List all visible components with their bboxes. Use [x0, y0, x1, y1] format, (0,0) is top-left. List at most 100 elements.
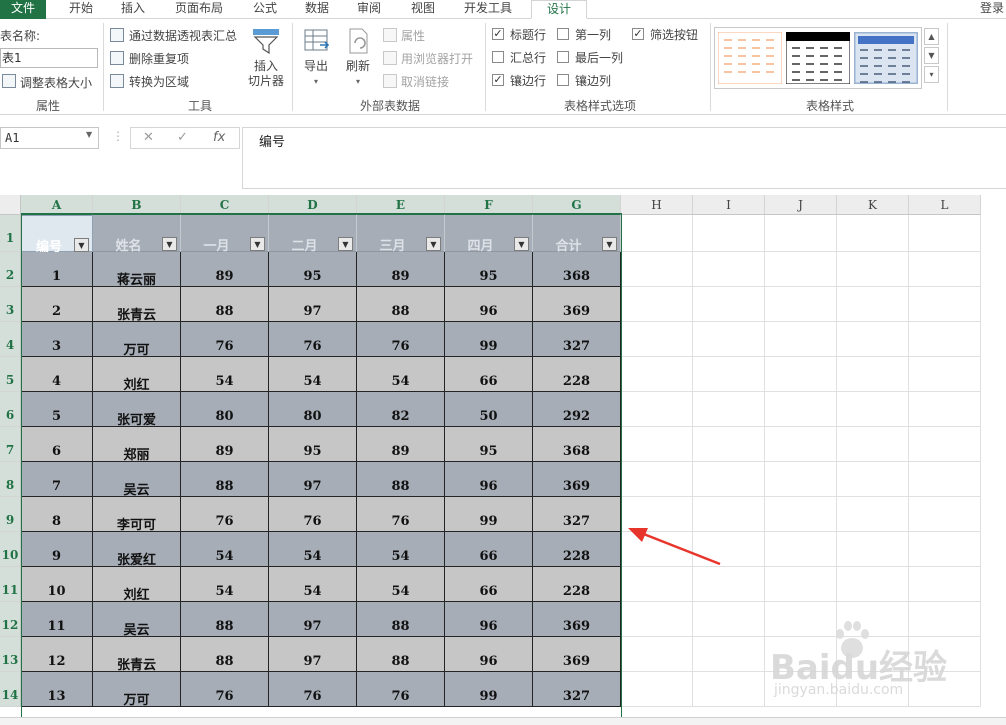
filter-dropdown-button[interactable]: ▼ [162, 237, 177, 251]
empty-cell[interactable] [765, 215, 837, 252]
row-header-5[interactable]: 5 [0, 357, 21, 392]
table-cell[interactable]: 95 [269, 427, 357, 462]
table-cell[interactable]: 88 [181, 462, 269, 497]
filter-dropdown-button[interactable]: ▼ [426, 237, 441, 251]
row-header-9[interactable]: 9 [0, 497, 21, 532]
empty-cell[interactable] [765, 497, 837, 532]
table-cell[interactable]: 54 [181, 532, 269, 567]
empty-cell[interactable] [909, 322, 981, 357]
table-cell[interactable]: 369 [533, 637, 621, 672]
empty-cell[interactable] [693, 357, 765, 392]
table-cell[interactable]: 12 [21, 637, 93, 672]
resize-table-button[interactable]: 调整表格大小 [20, 74, 92, 91]
row-header-14[interactable]: 14 [0, 672, 21, 707]
table-header-cell[interactable]: 四月 ▼ [445, 215, 533, 254]
table-cell[interactable]: 郑丽 [93, 427, 181, 463]
column-header-B[interactable]: B [93, 195, 181, 215]
table-cell[interactable]: 88 [357, 462, 445, 497]
table-cell[interactable]: 89 [357, 427, 445, 462]
empty-cell[interactable] [837, 567, 909, 602]
table-cell[interactable]: 369 [533, 602, 621, 637]
column-header-L[interactable]: L [909, 195, 981, 215]
row-header-2[interactable]: 2 [0, 252, 21, 287]
table-cell[interactable]: 万可 [93, 322, 181, 358]
empty-cell[interactable] [837, 215, 909, 252]
table-cell[interactable]: 89 [181, 252, 269, 287]
empty-cell[interactable] [765, 427, 837, 462]
checkbox-4[interactable] [557, 51, 569, 63]
empty-cell[interactable] [837, 357, 909, 392]
tab-4[interactable]: 公式 [244, 0, 286, 19]
checkbox-6[interactable] [557, 74, 569, 86]
filter-dropdown-button[interactable]: ▼ [250, 237, 265, 251]
empty-cell[interactable] [693, 322, 765, 357]
filter-dropdown-button[interactable]: ▼ [338, 237, 353, 251]
table-cell[interactable]: 99 [445, 497, 533, 532]
table-header-cell[interactable]: 三月 ▼ [357, 215, 445, 254]
empty-cell[interactable] [909, 287, 981, 322]
empty-cell[interactable] [621, 567, 693, 602]
empty-cell[interactable] [909, 427, 981, 462]
insert-function-icon[interactable]: fx [213, 130, 225, 145]
table-cell[interactable]: 吴云 [93, 462, 181, 498]
table-header-cell[interactable]: 合计 ▼ [533, 215, 621, 254]
empty-cell[interactable] [909, 357, 981, 392]
table-cell[interactable]: 李可可 [93, 497, 181, 533]
checkbox-label-0[interactable]: 标题行 [510, 26, 546, 43]
table-cell[interactable]: 张可爱 [93, 392, 181, 428]
table-cell[interactable]: 54 [269, 532, 357, 567]
row-header-11[interactable]: 11 [0, 567, 21, 602]
table-cell[interactable]: 96 [445, 462, 533, 497]
gallery-scroll-up[interactable]: ▲ [924, 28, 939, 45]
table-cell[interactable]: 368 [533, 252, 621, 287]
empty-cell[interactable] [765, 252, 837, 287]
empty-cell[interactable] [621, 252, 693, 287]
remove-duplicates-button[interactable]: 删除重复项 [129, 50, 189, 67]
empty-cell[interactable] [693, 602, 765, 637]
table-cell[interactable]: 蒋云丽 [93, 252, 181, 288]
refresh-button[interactable]: 刷新 ▾ [340, 27, 376, 89]
empty-cell[interactable] [621, 427, 693, 462]
checkbox-label-4[interactable]: 最后一列 [575, 49, 623, 66]
table-cell[interactable]: 292 [533, 392, 621, 427]
empty-cell[interactable] [693, 427, 765, 462]
row-header-8[interactable]: 8 [0, 462, 21, 497]
tab-1[interactable]: 开始 [58, 0, 104, 19]
empty-cell[interactable] [909, 497, 981, 532]
empty-cell[interactable] [765, 287, 837, 322]
empty-cell[interactable] [621, 287, 693, 322]
empty-cell[interactable] [837, 462, 909, 497]
empty-cell[interactable] [909, 392, 981, 427]
table-cell[interactable]: 66 [445, 567, 533, 602]
table-style-blue-selected[interactable] [854, 32, 918, 84]
insert-slicer-button[interactable]: 插入 切片器 [244, 27, 288, 89]
sign-in-link[interactable]: 登录 [980, 0, 1004, 17]
empty-cell[interactable] [765, 322, 837, 357]
table-cell[interactable]: 80 [181, 392, 269, 427]
empty-cell[interactable] [765, 392, 837, 427]
table-cell[interactable]: 228 [533, 357, 621, 392]
empty-cell[interactable] [909, 462, 981, 497]
empty-cell[interactable] [621, 322, 693, 357]
table-cell[interactable]: 54 [357, 567, 445, 602]
checkbox-3[interactable] [492, 51, 504, 63]
table-cell[interactable]: 13 [21, 672, 93, 707]
table-cell[interactable]: 11 [21, 602, 93, 637]
table-cell[interactable]: 1 [21, 252, 93, 287]
empty-cell[interactable] [693, 637, 765, 672]
table-cell[interactable]: 95 [445, 427, 533, 462]
table-cell[interactable]: 89 [357, 252, 445, 287]
table-cell[interactable]: 张青云 [93, 637, 181, 673]
table-cell[interactable]: 228 [533, 567, 621, 602]
column-header-F[interactable]: F [445, 195, 533, 215]
column-header-D[interactable]: D [269, 195, 357, 215]
table-cell[interactable]: 刘红 [93, 567, 181, 603]
table-style-orange[interactable] [718, 32, 782, 84]
empty-cell[interactable] [837, 497, 909, 532]
empty-cell[interactable] [621, 672, 693, 707]
confirm-icon[interactable]: ✓ [177, 130, 188, 145]
checkbox-2[interactable]: ✓ [632, 28, 644, 40]
table-cell[interactable]: 50 [445, 392, 533, 427]
table-cell[interactable]: 54 [269, 357, 357, 392]
table-cell[interactable]: 82 [357, 392, 445, 427]
